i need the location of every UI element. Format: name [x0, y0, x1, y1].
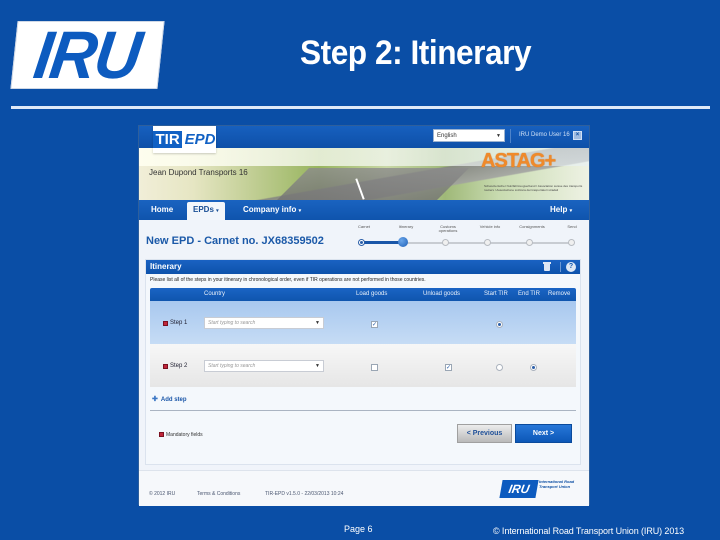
table-header: Country Load goods Unload goods Start TI… [150, 288, 576, 301]
language-select[interactable]: English ▼ [433, 129, 505, 142]
wizard-step-dot[interactable] [567, 239, 575, 246]
wizard-step-label: Itinerary [398, 224, 414, 229]
main-nav: Home EPDs ▾ Company info ▾ Help ▾ [139, 200, 589, 220]
page-number: Page 6 [344, 524, 373, 534]
nav-company-info-label: Company info [243, 205, 297, 214]
app-topbar: TIR EPD English ▼ IRU Demo User 16 × [139, 126, 589, 153]
wizard-step-label: Consignments [519, 224, 545, 229]
chevron-down-icon: ▼ [315, 363, 320, 369]
next-button[interactable]: Next > [515, 424, 572, 443]
footer-copyright: © 2012 IRU [149, 491, 176, 497]
country-placeholder: Start typing to search [208, 320, 256, 326]
wizard-step-label: Send [567, 224, 577, 229]
wizard-step-label: Customs operations [438, 224, 458, 233]
step-label: Step 1 [170, 320, 188, 326]
unload-goods-checkbox[interactable]: ✓ [445, 364, 452, 371]
add-step-label: Add step [160, 397, 187, 403]
panel-divider [150, 410, 576, 411]
nav-epds[interactable]: EPDs ▾ [187, 202, 225, 220]
app-footer: © 2012 IRU Terms & Conditions TIR-EPD v1… [139, 470, 589, 506]
nav-epds-label: EPDs [193, 205, 214, 214]
itinerary-table: Country Load goods Unload goods Start TI… [150, 288, 576, 387]
mandatory-icon [163, 364, 168, 369]
itinerary-panel: Itinerary ? Please list all of the steps… [145, 259, 581, 465]
chevron-down-icon: ▼ [315, 320, 320, 326]
nav-home[interactable]: Home [151, 200, 173, 220]
table-row[interactable]: Step 1 Start typing to search ▼ ✓ [150, 301, 576, 344]
start-tir-radio[interactable] [496, 364, 503, 371]
slide-copyright: © International Road Transport Union (IR… [493, 526, 685, 536]
wizard-track-fill [361, 241, 403, 244]
content-area: New EPD - Carnet no. JX68359502 Carnet I… [139, 220, 589, 470]
mandatory-icon [159, 432, 164, 438]
chevron-down-icon: ▾ [216, 208, 219, 214]
column-header-unload-goods: Unload goods [423, 291, 461, 297]
column-header-remove: Remove [548, 291, 571, 297]
step-label: Step 2 [170, 363, 188, 369]
iru-logo-text: IRU [30, 17, 145, 93]
language-value: English [437, 133, 457, 139]
logout-icon[interactable]: × [573, 131, 582, 140]
banner-image: Jean Dupond Transports 16 ASTAG+ Schweiz… [139, 148, 589, 200]
load-goods-checkbox[interactable] [371, 364, 378, 371]
page-heading: New EPD - Carnet no. JX68359502 [146, 235, 324, 247]
wizard-step-dot[interactable] [357, 239, 365, 246]
company-name: Jean Dupond Transports 16 [149, 168, 248, 177]
previous-button[interactable]: < Previous [457, 424, 512, 443]
column-header-country: Country [204, 291, 226, 297]
mandatory-note-label: Mandatory fields [166, 432, 203, 438]
country-input[interactable]: Start typing to search ▼ [204, 360, 324, 372]
mandatory-icon [163, 321, 168, 326]
topbar-divider [510, 129, 511, 143]
logo-epd: EPD [184, 131, 216, 148]
nav-home-label: Home [151, 205, 174, 214]
panel-header: Itinerary ? [146, 260, 580, 274]
version-info: TIR-EPD v1.5.0 - 22/03/2013 10:24 [265, 491, 344, 497]
user-name-link[interactable]: IRU Demo User 16 [519, 132, 570, 138]
wizard-step-dot[interactable] [525, 239, 533, 246]
header-divider [560, 262, 561, 272]
country-input[interactable]: Start typing to search ▼ [204, 317, 324, 329]
mandatory-note: Mandatory fields [159, 432, 203, 438]
wizard-step-dot[interactable] [398, 237, 408, 247]
nav-help-label: Help [550, 205, 568, 214]
title-divider [11, 106, 710, 109]
end-tir-radio[interactable] [530, 364, 537, 371]
instructions-text: Please list all of the steps in your iti… [150, 277, 426, 283]
tir-epd-logo[interactable]: TIR EPD [153, 126, 216, 153]
iru-footer-text: International Road Transport Union [539, 479, 575, 489]
nav-company-info[interactable]: Company info ▾ [243, 200, 301, 220]
slide-title: Step 2: Itinerary [300, 34, 532, 72]
chevron-down-icon: ▾ [298, 208, 302, 214]
partner-subtitle: Schweizerischer Nutzfahrzeugverband / As… [484, 184, 583, 192]
iru-footer-logo: IRU [499, 480, 539, 498]
load-goods-checkbox[interactable]: ✓ [371, 321, 378, 328]
column-header-load-goods: Load goods [356, 291, 388, 297]
start-tir-radio[interactable] [496, 321, 503, 328]
app-screenshot: TIR EPD English ▼ IRU Demo User 16 × Jea… [138, 125, 590, 506]
trash-icon[interactable] [543, 262, 551, 271]
nav-help[interactable]: Help ▾ [550, 200, 572, 220]
help-icon[interactable]: ? [566, 262, 576, 272]
terms-link[interactable]: Terms & Conditions [197, 491, 240, 497]
iru-logo: IRU [10, 17, 165, 93]
plus-icon: ✚ [152, 396, 158, 403]
table-row[interactable]: Step 2 Start typing to search ▼ ✓ [150, 344, 576, 387]
wizard-step-label: Vehicle info [479, 224, 501, 229]
column-header-end-tir: End TIR [518, 291, 540, 297]
column-header-start-tir: Start TIR [484, 291, 508, 297]
wizard-step-label: Carnet [357, 224, 370, 229]
country-placeholder: Start typing to search [208, 363, 256, 369]
wizard-step-dot[interactable] [441, 239, 449, 246]
wizard-step-dot[interactable] [483, 239, 491, 246]
chevron-down-icon: ▾ [569, 208, 573, 214]
chevron-down-icon: ▼ [496, 133, 501, 139]
banner-road [269, 168, 469, 200]
add-step-button[interactable]: ✚ Add step [152, 395, 187, 403]
wizard-progress: Carnet Itinerary Customs operations Vehi… [347, 220, 579, 256]
logo-tir: TIR [153, 131, 182, 148]
panel-title: Itinerary [150, 262, 182, 271]
partner-logo: ASTAG+ [481, 150, 556, 172]
